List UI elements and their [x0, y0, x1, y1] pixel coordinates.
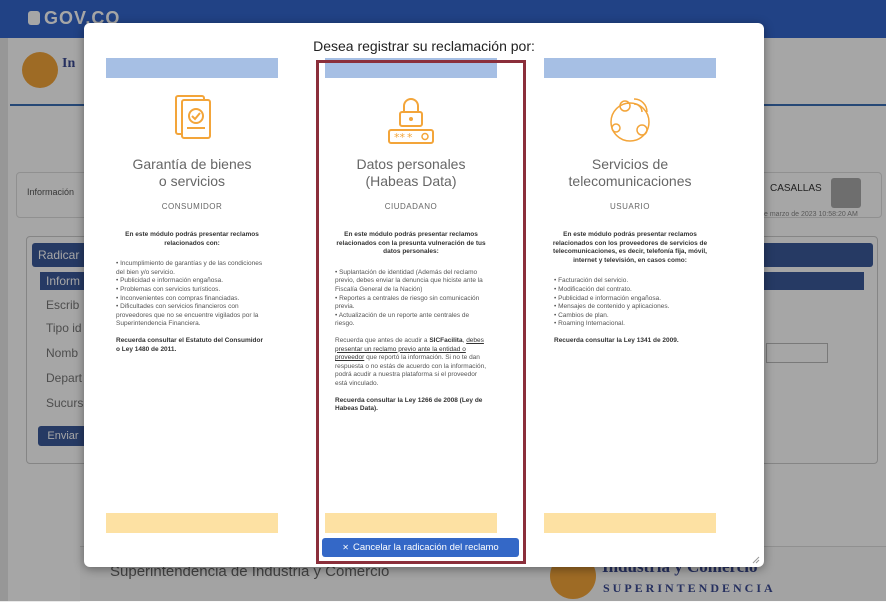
list-item: • Modificación del contrato.: [554, 285, 632, 293]
document-warranty-icon: [175, 95, 211, 139]
option-consumer-card[interactable]: Garantía de bienes o servicios CONSUMIDOR…: [106, 58, 278, 533]
option-intro: En este módulo podrás presentar reclamos…: [125, 231, 259, 247]
option-telecom-card[interactable]: Servicios de telecomunicaciones USUARIO E…: [544, 58, 716, 533]
list-item: • Publicidad e información engañosa.: [116, 277, 224, 285]
card-top-band: [544, 58, 716, 78]
claim-type-modal: Desea registrar su reclamación por: Gara…: [84, 23, 764, 567]
list-item: • Roaming Internacional.: [554, 320, 625, 328]
card-bottom-band: [106, 513, 278, 533]
resize-handle-icon[interactable]: [752, 556, 760, 564]
card-top-band: [106, 58, 278, 78]
list-item: • Incumplimiento de garantías y de las c…: [116, 260, 263, 276]
option-law-note: Recuerda consultar el Estatuto del Consu…: [116, 336, 263, 353]
telecom-signal-icon: [610, 98, 650, 142]
option-intro: En este módulo podrás presentar reclamos…: [552, 231, 708, 264]
cancel-claim-label: Cancelar la radicación del reclamo: [352, 542, 499, 553]
option-role: USUARIO: [610, 202, 650, 211]
list-item: • Dificultades con servicios financieros…: [116, 303, 259, 328]
list-item: • Facturación del servicio.: [554, 277, 629, 285]
close-icon: ✕: [342, 543, 349, 552]
list-item: • Mensajes de contenido y aplicaciones.: [554, 303, 670, 311]
card-bottom-band: [544, 513, 716, 533]
list-item: • Publicidad e información engañosa.: [554, 294, 662, 302]
highlight-frame: [316, 60, 526, 564]
option-role: CONSUMIDOR: [161, 202, 223, 211]
list-item: • Cambios de plan.: [554, 311, 609, 319]
modal-title: Desea registrar su reclamación por:: [313, 38, 535, 54]
option-title: Servicios de telecomunicaciones: [568, 156, 692, 189]
list-item: • Problemas con servicios turísticos.: [116, 285, 221, 293]
list-item: • Inconvenientes con compras financiadas…: [116, 294, 240, 302]
option-law-note: Recuerda consultar la Ley 1341 de 2009.: [554, 336, 679, 344]
cancel-claim-button[interactable]: ✕ Cancelar la radicación del reclamo: [322, 538, 519, 557]
option-list: • Facturación del servicio. • Modificaci…: [554, 277, 706, 329]
option-list: • Incumplimiento de garantías y de las c…: [116, 260, 268, 329]
option-title: Garantía de bienes o servicios: [132, 156, 252, 189]
